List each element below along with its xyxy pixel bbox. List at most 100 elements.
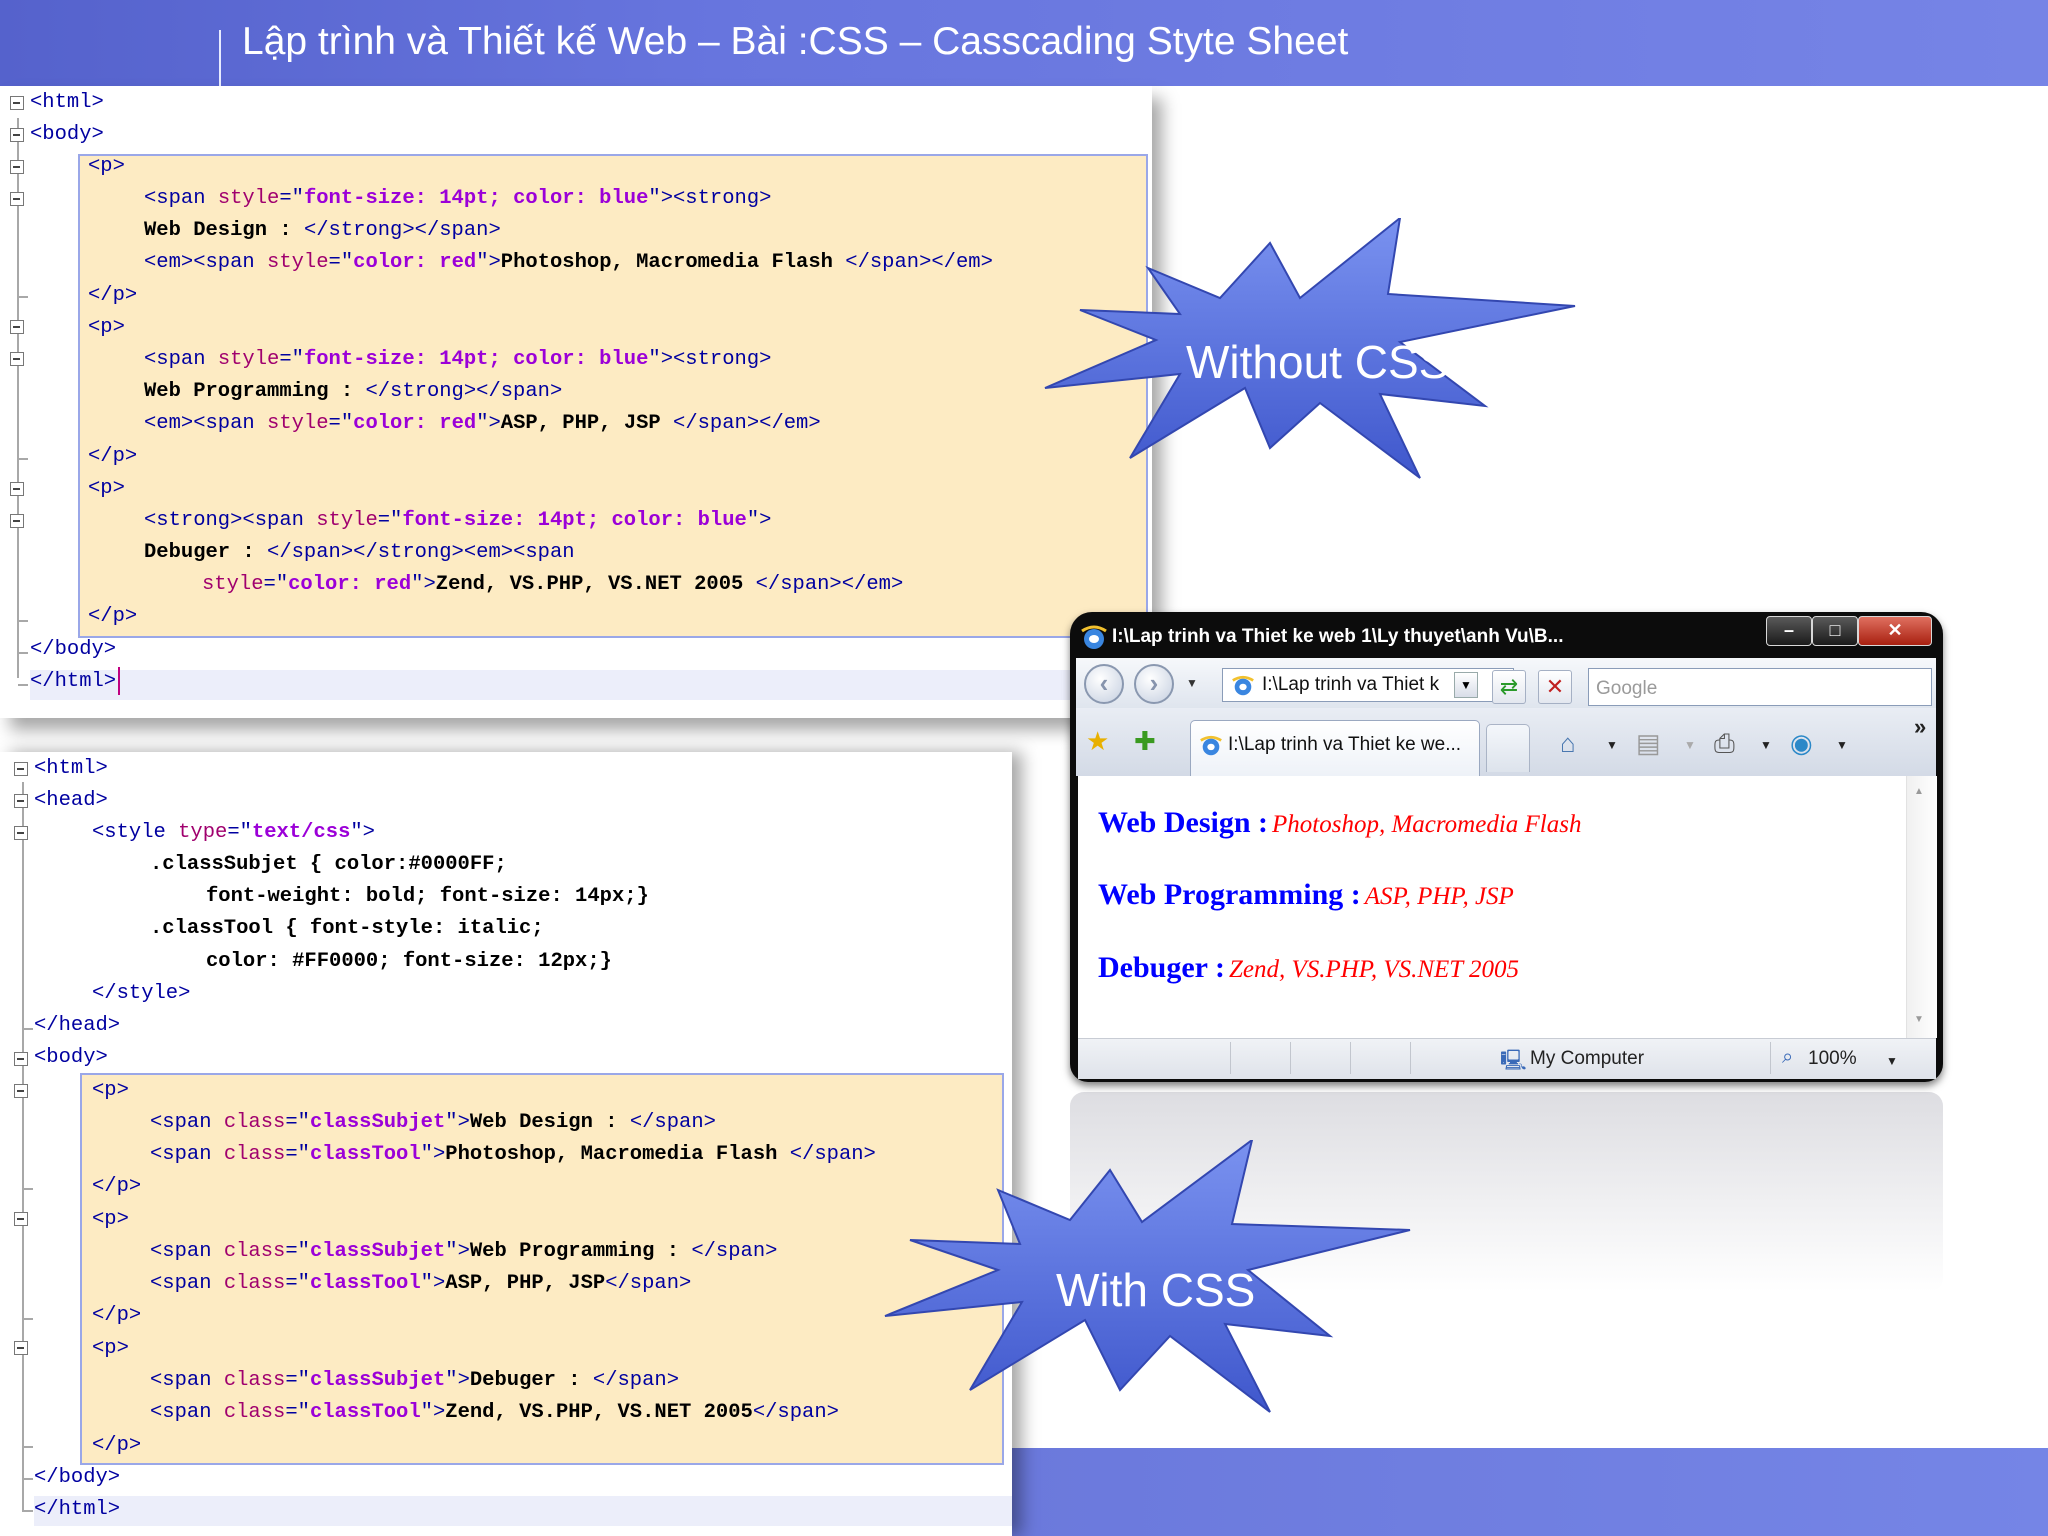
code-line: </p>: [92, 1304, 142, 1327]
scroll-up-icon[interactable]: ▲: [1914, 786, 1924, 797]
fold-toggle-icon[interactable]: [14, 1341, 28, 1355]
home-icon[interactable]: ⌂: [1560, 728, 1576, 758]
rendered-row: Web Programming : ASP, PHP, JSP: [1098, 878, 1514, 912]
code-line: <p>: [88, 477, 125, 500]
fold-toggle-icon[interactable]: [14, 1084, 28, 1098]
status-separator: [1350, 1042, 1351, 1074]
status-separator: [1410, 1042, 1411, 1074]
code-line: color: #FF0000; font-size: 12px;}: [206, 950, 612, 973]
code-line: </html>: [34, 1498, 121, 1521]
home-dropdown-icon[interactable]: ▼: [1606, 738, 1618, 752]
tab-label: I:\Lap trinh va Thiet ke we...: [1228, 734, 1462, 755]
feeds-dropdown-icon[interactable]: ▼: [1684, 738, 1696, 752]
code-line: <em><span style="color: red">Photoshop, …: [144, 251, 993, 274]
fold-toggle-icon[interactable]: [10, 514, 24, 528]
code-line: Web Design : </strong></span>: [144, 219, 501, 242]
fold-end-tick: [18, 652, 28, 654]
history-dropdown-icon[interactable]: ▼: [1186, 676, 1198, 690]
fold-end-tick: [23, 1446, 33, 1448]
toolbar-overflow-icon[interactable]: »: [1914, 714, 1926, 740]
scrollbar[interactable]: [1906, 776, 1937, 1038]
code-line: </p>: [92, 1434, 142, 1457]
feeds-icon[interactable]: ▤: [1636, 728, 1661, 758]
print-icon[interactable]: ⎙: [1714, 728, 1735, 758]
stop-icon[interactable]: ✕: [1538, 670, 1572, 704]
fold-end-tick: [23, 1028, 33, 1030]
zoom-level[interactable]: 100%: [1808, 1048, 1857, 1070]
code-line: </body>: [30, 638, 117, 661]
subject-text: Debuger :: [1098, 951, 1225, 984]
fold-end-tick: [23, 1510, 33, 1512]
fold-toggle-icon[interactable]: [10, 96, 24, 110]
back-button[interactable]: ‹: [1084, 664, 1124, 704]
fold-toggle-icon[interactable]: [14, 1052, 28, 1066]
fold-toggle-icon[interactable]: [10, 482, 24, 496]
rendered-row: Debuger : Zend, VS.PHP, VS.NET 2005: [1098, 951, 1519, 985]
code-line: Web Programming : </strong></span>: [144, 380, 563, 403]
callout-label: Without CSS: [1186, 336, 1450, 388]
zoom-icon[interactable]: ⌕: [1782, 1046, 1793, 1069]
code-line: <strong><span style="font-size: 14pt; co…: [144, 509, 772, 532]
current-line-highlight: [34, 1496, 1012, 1526]
zoom-dropdown-icon[interactable]: ▼: [1886, 1054, 1898, 1068]
fold-toggle-icon[interactable]: [10, 192, 24, 206]
code-line: .classTool { font-style: italic;: [150, 917, 544, 940]
new-tab-button[interactable]: [1486, 724, 1530, 772]
fold-toggle-icon[interactable]: [14, 826, 28, 840]
status-separator: [1770, 1042, 1771, 1074]
code-line: <html>: [34, 757, 108, 780]
close-button[interactable]: ✕: [1858, 616, 1932, 646]
fold-toggle-icon[interactable]: [14, 794, 28, 808]
favorites-star-icon[interactable]: ★: [1086, 726, 1109, 756]
fold-toggle-icon[interactable]: [10, 352, 24, 366]
refresh-icon[interactable]: ⇄: [1492, 670, 1526, 704]
page-dropdown-icon[interactable]: ▼: [1836, 738, 1848, 752]
rendered-row: Web Design : Photoshop, Macromedia Flash: [1098, 806, 1581, 840]
callout-label: With CSS: [1056, 1264, 1256, 1316]
page-menu-icon[interactable]: ◉: [1790, 728, 1813, 758]
tool-text: Photoshop, Macromedia Flash: [1272, 811, 1582, 838]
maximize-button[interactable]: □: [1812, 616, 1858, 646]
code-line: </body>: [34, 1466, 121, 1489]
fold-toggle-icon[interactable]: [10, 160, 24, 174]
code-line: <style type="text/css">: [92, 821, 375, 844]
fold-toggle-icon[interactable]: [14, 1212, 28, 1226]
window-title: I:\Lap trinh va Thiet ke web 1\Ly thuyet…: [1112, 626, 1564, 647]
code-line: <em><span style="color: red">ASP, PHP, J…: [144, 412, 821, 435]
code-line: </style>: [92, 982, 191, 1005]
header-divider: [219, 30, 221, 86]
security-zone: My Computer: [1530, 1048, 1645, 1069]
footer-bar: [1012, 1448, 2048, 1536]
address-text: I:\Lap trinh va Thiet k: [1262, 674, 1440, 695]
scroll-down-icon[interactable]: ▼: [1914, 1014, 1924, 1025]
code-line: <span class="classSubjet">Web Design : <…: [150, 1111, 716, 1134]
fold-toggle-icon[interactable]: [14, 762, 28, 776]
code-line: </html>: [30, 666, 121, 698]
fold-end-tick: [18, 458, 28, 460]
code-line: </p>: [88, 445, 138, 468]
print-dropdown-icon[interactable]: ▼: [1760, 738, 1772, 752]
search-placeholder: Google: [1596, 678, 1658, 699]
add-favorites-icon[interactable]: ✚: [1134, 726, 1156, 756]
forward-button[interactable]: ›: [1134, 664, 1174, 704]
code-line: <p>: [92, 1079, 129, 1102]
subject-text: Web Design :: [1098, 806, 1269, 839]
code-line: Debuger : </span></strong><em><span: [144, 541, 575, 564]
tab-ie-icon: [1200, 735, 1222, 756]
fold-toggle-icon[interactable]: [10, 320, 24, 334]
fold-gutter-line: [22, 782, 24, 1512]
code-line: <span class="classTool">Zend, VS.PHP, VS…: [150, 1401, 839, 1424]
fold-end-tick: [23, 1478, 33, 1480]
code-line: <span class="classSubjet">Debuger : </sp…: [150, 1369, 680, 1392]
code-line: <head>: [34, 789, 108, 812]
page-ie-icon: [1232, 675, 1254, 696]
ie-logo-icon: [1081, 625, 1107, 649]
fold-toggle-icon[interactable]: [10, 128, 24, 142]
minimize-button[interactable]: –: [1766, 616, 1812, 646]
fold-end-tick: [23, 1318, 33, 1320]
code-line: <span class="classTool">Photoshop, Macro…: [150, 1143, 876, 1166]
status-separator: [1230, 1042, 1231, 1074]
address-dropdown-icon[interactable]: ▼: [1454, 672, 1478, 698]
tool-text: Zend, VS.PHP, VS.NET 2005: [1228, 956, 1520, 983]
current-line-highlight: [30, 670, 1152, 700]
